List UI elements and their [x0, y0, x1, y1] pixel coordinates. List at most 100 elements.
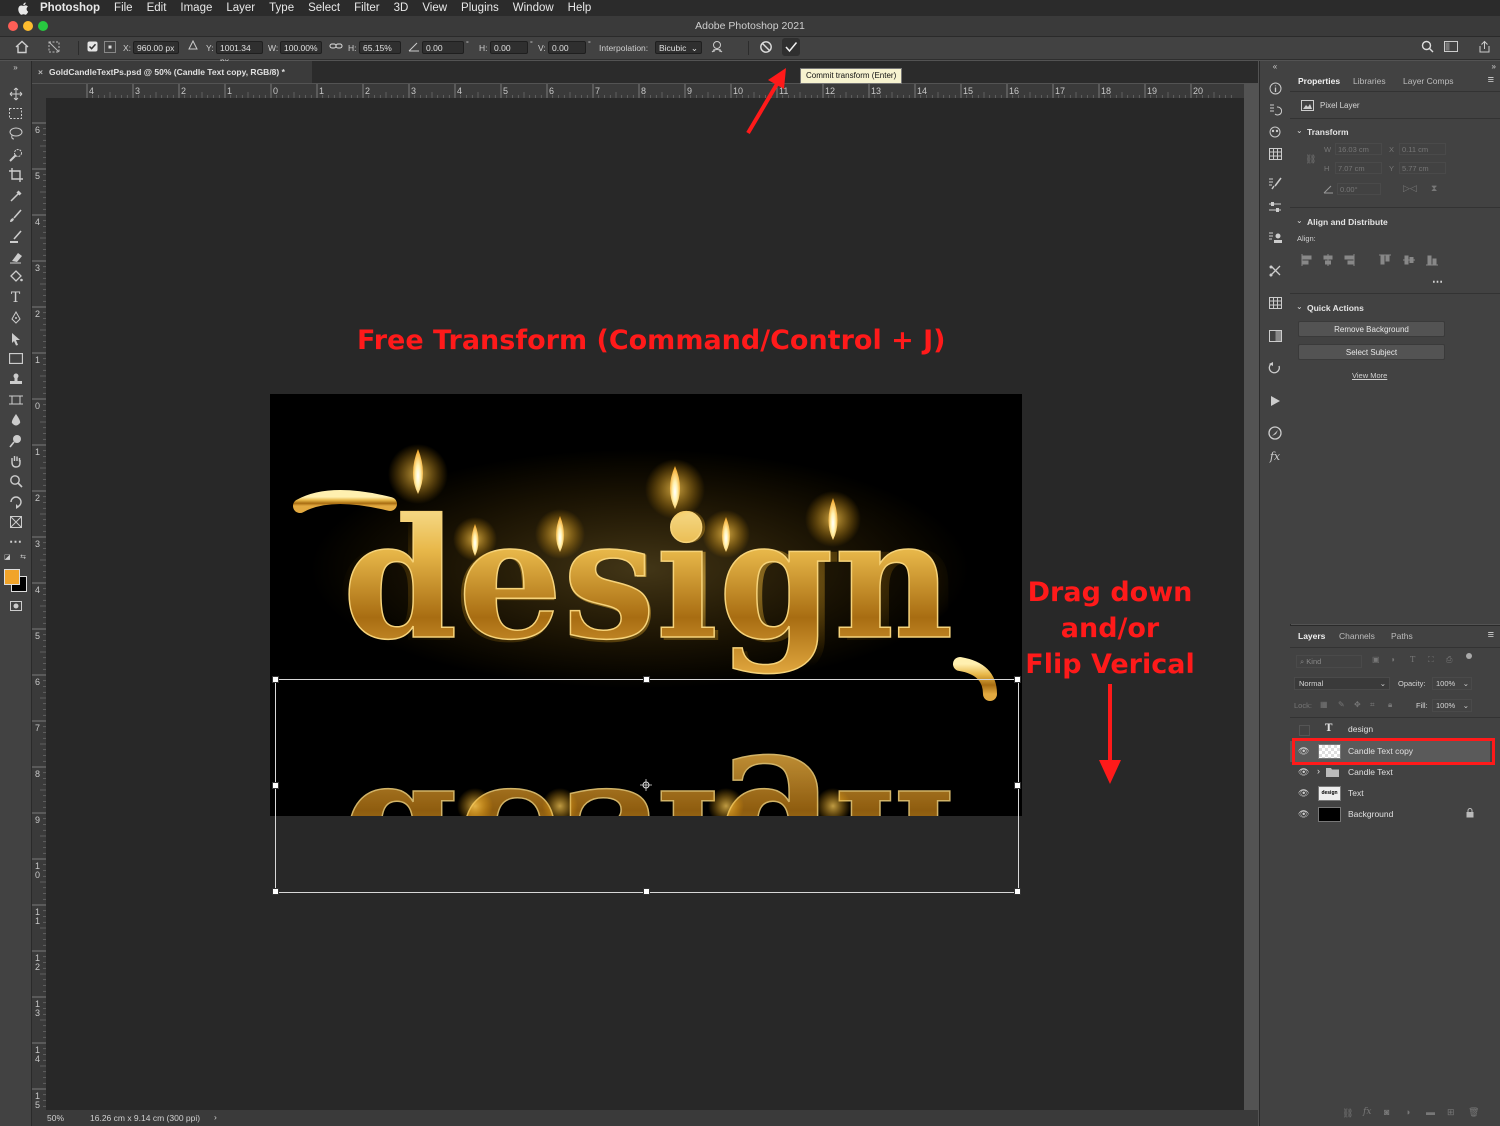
history-icon[interactable] [1267, 102, 1283, 118]
menu-help[interactable]: Help [568, 2, 592, 14]
zoom-level[interactable]: 50% [47, 1113, 64, 1123]
rotation-field[interactable]: 0.00 [422, 41, 464, 54]
eye-icon[interactable]: 👁︎ [1298, 809, 1309, 820]
new-layer-icon[interactable]: ⊞ [1447, 1107, 1455, 1118]
adjustments-icon[interactable] [1267, 199, 1283, 215]
lock-all-icon[interactable]: 🔒︎ [1388, 700, 1392, 710]
color-icon[interactable] [1267, 124, 1283, 140]
vertical-skew-field[interactable]: 0.00 [548, 41, 586, 54]
dodge-tool-icon[interactable] [7, 432, 24, 449]
tab-layers[interactable]: Layers [1298, 631, 1325, 641]
menu-image[interactable]: Image [180, 2, 212, 14]
align-top-edges-icon[interactable] [1379, 254, 1391, 265]
type-tool-icon[interactable]: T [7, 289, 24, 306]
tab-properties[interactable]: Properties [1298, 76, 1340, 86]
chevron-down-icon[interactable]: ⌄ [1296, 126, 1303, 135]
lasso-tool-icon[interactable] [7, 125, 24, 142]
tab-channels[interactable]: Channels [1339, 631, 1375, 641]
horizontal-skew-field[interactable]: 0.00 [490, 41, 528, 54]
zoom-tool-icon[interactable] [7, 472, 24, 489]
rectangle-tool-icon[interactable] [7, 350, 24, 367]
layer-row-background[interactable]: 👁︎ Background [1290, 804, 1490, 825]
quick-mask-icon[interactable] [7, 597, 24, 614]
prop-x-field[interactable]: 0.11 cm [1399, 143, 1446, 155]
transform-reference-point-icon[interactable] [640, 779, 652, 791]
add-mask-icon[interactable]: ◙ [1384, 1107, 1389, 1117]
brush-settings-icon[interactable] [1267, 176, 1283, 192]
layer-row-candle-text[interactable]: 👁︎ › Candle Text [1290, 762, 1490, 783]
menu-select[interactable]: Select [308, 2, 340, 14]
align-bottom-edges-icon[interactable] [1426, 255, 1438, 266]
transform-handle-bottom-right[interactable] [1014, 888, 1021, 895]
transform-tool-icon[interactable] [46, 40, 62, 56]
quick-selection-tool-icon[interactable] [7, 146, 24, 163]
layers-menu-icon[interactable]: ≡ [1488, 629, 1494, 641]
menu-3d[interactable]: 3D [394, 2, 409, 14]
chevron-right-icon[interactable]: › [214, 1112, 217, 1122]
fill-field[interactable]: 100% ⌄ [1432, 699, 1472, 712]
tab-libraries[interactable]: Libraries [1353, 76, 1386, 86]
document-tab[interactable]: × GoldCandleTextPs.psd @ 50% (Candle Text… [32, 61, 312, 83]
tab-layer-comps[interactable]: Layer Comps [1403, 76, 1454, 86]
filter-kind-select[interactable]: ⌕ Kind [1296, 655, 1362, 668]
layer-row-text[interactable]: 👁︎ design Text [1290, 783, 1490, 804]
artboard-tool-icon[interactable] [7, 513, 24, 530]
lock-artboard-icon[interactable]: ⌗ [1370, 700, 1375, 710]
lock-position-icon[interactable]: ✥ [1354, 700, 1361, 709]
more-align-options-icon[interactable]: ⋯ [1432, 275, 1443, 288]
chevron-down-icon[interactable]: ⌄ [1296, 302, 1303, 311]
menu-view[interactable]: View [422, 2, 447, 14]
menu-photoshop[interactable]: Photoshop [40, 2, 100, 14]
patterns-icon[interactable] [1267, 360, 1283, 376]
link-icon[interactable]: ⛓ [1305, 154, 1316, 165]
menu-type[interactable]: Type [269, 2, 294, 14]
filter-adjustment-icon[interactable]: ◑ [1390, 655, 1395, 664]
paint-bucket-tool-icon[interactable] [7, 268, 24, 285]
clone-stamp-tool-icon[interactable] [7, 228, 24, 245]
flip-vertical-icon[interactable]: ⧗ [1431, 183, 1437, 194]
flip-horizontal-icon[interactable]: ▷◁ [1403, 183, 1417, 194]
hand-tool-icon[interactable] [7, 452, 24, 469]
chevron-right-icon[interactable]: › [1317, 766, 1320, 776]
tool-presets-icon[interactable] [1267, 263, 1283, 279]
horizontal-ruler[interactable]: 4 3 2 1 0 1 2 3 4 5 6 7 8 9 10 11 12 13 14 15 16 17 18 19 20 [32, 84, 1244, 99]
interpolation-select[interactable]: Bicubic ⌄ [655, 41, 702, 54]
close-tab-icon[interactable]: × [38, 67, 43, 77]
menu-filter[interactable]: Filter [354, 2, 380, 14]
filter-pixel-icon[interactable]: ▣ [1372, 655, 1380, 664]
filter-shape-icon[interactable]: ⛶ [1428, 655, 1434, 665]
transform-handle-bottom-left[interactable] [272, 888, 279, 895]
home-icon[interactable] [14, 40, 30, 56]
delete-layer-icon[interactable]: 🗑︎ [1468, 1107, 1479, 1118]
reference-point-checkbox[interactable] [87, 41, 98, 54]
reference-point-locator-icon[interactable] [104, 41, 116, 55]
align-right-edges-icon[interactable] [1344, 254, 1355, 266]
eye-icon[interactable]: 👁︎ [1298, 788, 1309, 799]
transform-handle-top-center[interactable] [643, 676, 650, 683]
visibility-off-box[interactable] [1299, 725, 1310, 736]
layer-row-design[interactable]: T design [1290, 719, 1490, 740]
blend-mode-select[interactable]: Normal ⌄ [1294, 677, 1390, 690]
apple-icon[interactable] [16, 1, 30, 15]
link-layers-icon[interactable]: ⛓ [1342, 1108, 1353, 1119]
align-left-edges-icon[interactable] [1301, 254, 1312, 266]
blur-tool-icon[interactable] [7, 411, 24, 428]
stamp-tool-icon[interactable] [7, 370, 24, 387]
marquee-tool-icon[interactable] [7, 105, 24, 122]
align-vertical-centers-icon[interactable] [1403, 255, 1415, 265]
select-subject-button[interactable]: Select Subject [1298, 344, 1445, 360]
menu-edit[interactable]: Edit [147, 2, 167, 14]
menu-file[interactable]: File [114, 2, 133, 14]
workspace-icon[interactable] [1444, 41, 1458, 54]
height-percent-field[interactable]: 65.15% [359, 41, 401, 54]
filter-type-icon[interactable]: T [1410, 655, 1415, 664]
filter-smart-object-icon[interactable]: ⎙ [1446, 655, 1452, 665]
cancel-transform-icon[interactable] [759, 40, 773, 56]
search-icon[interactable] [1421, 40, 1434, 55]
warp-mode-icon[interactable] [710, 40, 724, 56]
eyedropper-tool-icon[interactable] [7, 187, 24, 204]
prop-height-field[interactable]: 7.07 cm [1335, 162, 1382, 174]
path-selection-tool-icon[interactable] [7, 330, 24, 347]
collapse-tools-icon[interactable]: » [7, 62, 24, 72]
view-more-link[interactable]: View More [1352, 371, 1387, 380]
